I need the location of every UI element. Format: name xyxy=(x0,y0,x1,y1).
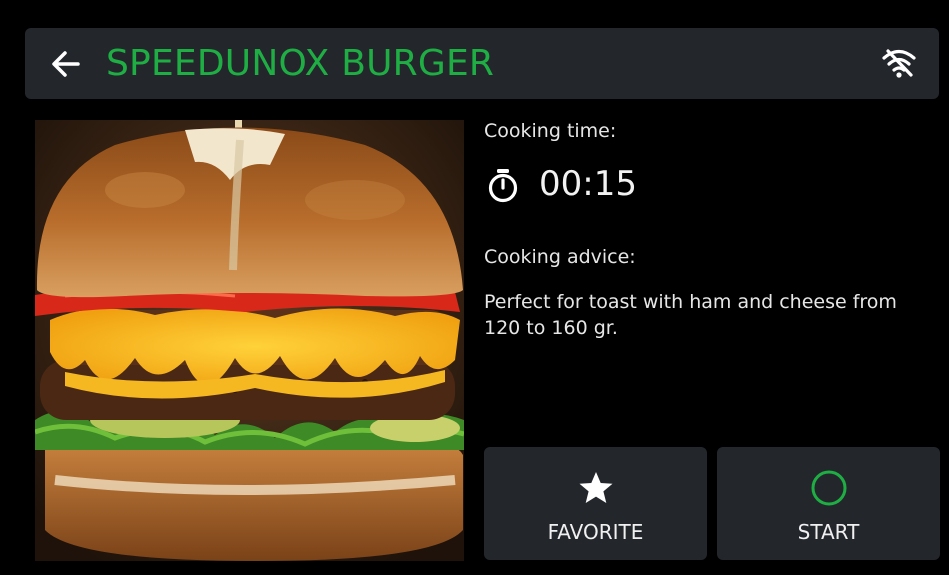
arrow-left-icon xyxy=(52,51,80,77)
back-button[interactable] xyxy=(48,46,84,82)
favorite-button-label: FAVORITE xyxy=(547,520,644,544)
cooking-advice-text: Perfect for toast with ham and cheese fr… xyxy=(484,291,897,339)
cooking-time-value: 00:15 xyxy=(539,164,637,204)
star-icon xyxy=(577,469,615,507)
start-button-label: START xyxy=(797,520,860,544)
favorite-button[interactable]: FAVORITE xyxy=(484,447,707,560)
page-title: SPEEDUNOX BURGER xyxy=(106,43,495,84)
stopwatch-icon xyxy=(486,168,520,204)
cooking-time-label: Cooking time: xyxy=(484,120,617,142)
burger-photo xyxy=(35,120,464,561)
recipe-screen: SPEEDUNOX BURGER Cooking time: 00:15 Coo… xyxy=(0,0,949,575)
wifi-off-icon[interactable] xyxy=(880,46,918,80)
circle-icon xyxy=(810,469,848,507)
cooking-advice-label: Cooking advice: xyxy=(484,246,636,268)
start-button[interactable]: START xyxy=(717,447,940,560)
